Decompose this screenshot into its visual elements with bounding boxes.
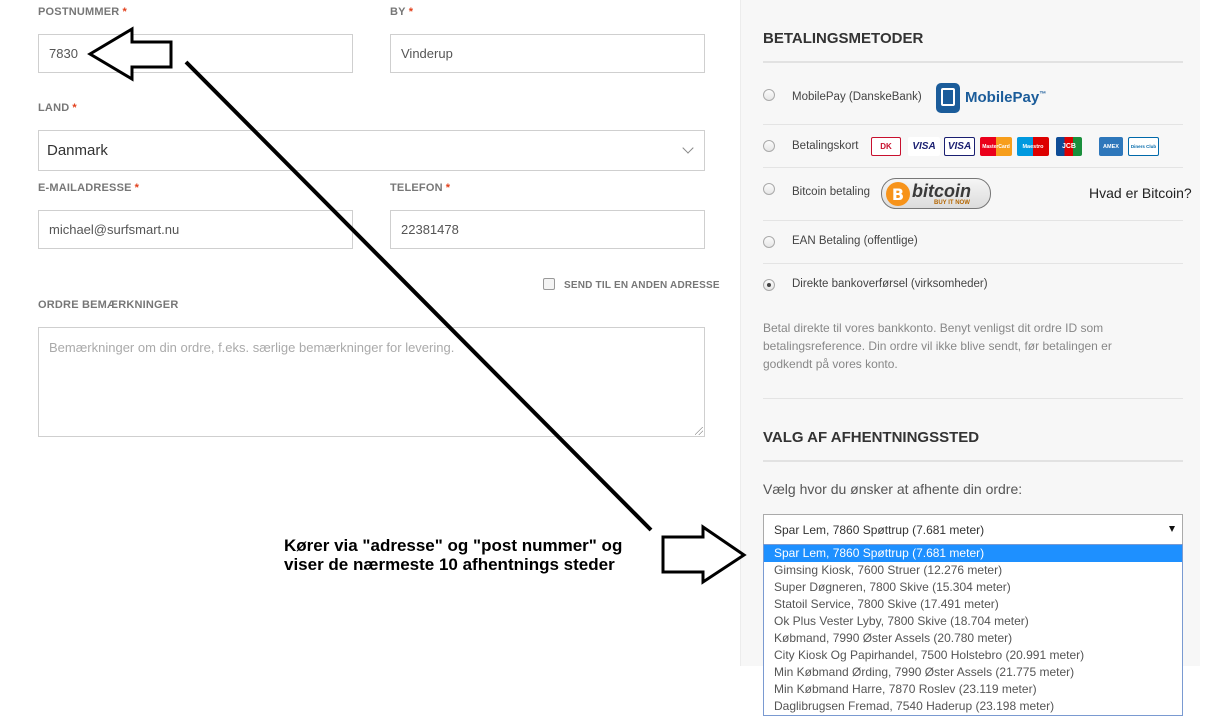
phone-input[interactable]: 22381478 — [390, 210, 705, 249]
ship-other-checkbox[interactable] — [543, 278, 555, 290]
pickup-option[interactable]: Super Døgneren, 7800 Skive (15.304 meter… — [764, 579, 1182, 596]
method-label-ean[interactable]: EAN Betaling (offentlige) — [792, 235, 918, 247]
annotation-text: Kører via "adresse" og "post nummer" og … — [284, 536, 623, 574]
mobilepay-logo: MobilePay™ — [965, 89, 1047, 106]
mastercard-logo: MasterCard — [980, 137, 1012, 156]
pickup-option[interactable]: Statoil Service, 7800 Skive (17.491 mete… — [764, 596, 1182, 613]
pickup-option[interactable]: Min Købmand Ørding, 7990 Øster Assels (2… — [764, 664, 1182, 681]
country-select[interactable]: Danmark — [38, 130, 705, 171]
dankort-logo: DK — [871, 137, 901, 156]
bitcoin-coin-icon: B — [886, 182, 910, 206]
pickup-heading: VALG AF AFHENTNINGSSTED — [763, 429, 980, 446]
bank-transfer-description: Betal direkte til vores bankkonto. Benyt… — [763, 321, 1112, 371]
city-input[interactable]: Vinderup — [390, 34, 705, 73]
payment-heading: BETALINGSMETODER — [763, 30, 924, 47]
postcode-label: POSTNUMMER * — [38, 6, 127, 18]
radio-card[interactable] — [763, 140, 775, 152]
divider — [763, 263, 1183, 264]
resize-grip-icon[interactable] — [695, 427, 703, 435]
visa-logo: VISA — [908, 137, 940, 156]
chevron-down-icon — [682, 142, 694, 154]
country-label: LAND * — [38, 102, 77, 114]
pickup-option[interactable]: Ok Plus Vester Lyby, 7800 Skive (18.704 … — [764, 613, 1182, 630]
right-arrow-icon — [661, 524, 747, 585]
amex-logo: AMEX — [1099, 137, 1123, 156]
radio-ean[interactable] — [763, 236, 775, 248]
radio-bitcoin[interactable] — [763, 183, 775, 195]
pickup-select[interactable]: Spar Lem, 7860 Spøttrup (7.681 meter) — [763, 514, 1183, 545]
divider — [763, 398, 1183, 399]
divider — [763, 124, 1183, 125]
divider — [763, 220, 1183, 221]
radio-mobilepay[interactable] — [763, 89, 775, 101]
pickup-option[interactable]: Spar Lem, 7860 Spøttrup (7.681 meter) — [764, 545, 1182, 562]
city-label: BY * — [390, 6, 414, 18]
radio-bank-transfer[interactable] — [763, 279, 775, 291]
method-label-bank-transfer[interactable]: Direkte bankoverførsel (virksomheder) — [792, 278, 988, 290]
email-label: E-MAILADRESSE * — [38, 182, 140, 194]
bitcoin-logo: B bitcoin BUY IT NOW — [881, 178, 991, 209]
pickup-option[interactable]: Gimsing Kiosk, 7600 Struer (12.276 meter… — [764, 562, 1182, 579]
phone-label: TELEFON * — [390, 182, 451, 194]
pickup-dropdown-list: Spar Lem, 7860 Spøttrup (7.681 meter) Gi… — [763, 544, 1183, 716]
pickup-option[interactable]: Daglibrugsen Fremad, 7540 Haderup (23.19… — [764, 698, 1182, 715]
pickup-option[interactable]: Min Købmand Harre, 7870 Roslev (23.119 m… — [764, 681, 1182, 698]
method-label-bitcoin[interactable]: Bitcoin betaling — [792, 186, 870, 198]
bitcoin-help-link[interactable]: Hvad er Bitcoin? — [1089, 185, 1192, 201]
pickup-prompt: Vælg hvor du ønsker at afhente din ordre… — [763, 481, 1023, 497]
email-input[interactable]: michael@surfsmart.nu — [38, 210, 353, 249]
pickup-option[interactable]: City Kiosk Og Papirhandel, 7500 Holstebr… — [764, 647, 1182, 664]
divider — [763, 167, 1183, 168]
jcb-logo: JCB — [1056, 137, 1082, 156]
maestro-logo: Maestro — [1017, 137, 1049, 156]
dropdown-arrow-icon — [1169, 526, 1175, 532]
visa-electron-logo: VISA — [944, 137, 975, 156]
divider — [763, 61, 1183, 63]
postcode-input[interactable]: 7830 — [38, 34, 353, 73]
mobilepay-phone-icon — [936, 83, 960, 113]
diners-club-logo: Diners Club — [1128, 137, 1159, 156]
ship-other-label[interactable]: SEND TIL EN ANDEN ADRESSE — [564, 280, 720, 291]
notes-label: ORDRE BEMÆRKNINGER — [38, 299, 179, 311]
method-label-card[interactable]: Betalingskort — [792, 140, 858, 152]
method-label-mobilepay[interactable]: MobilePay (DanskeBank) — [792, 91, 922, 103]
notes-textarea[interactable]: Bemærkninger om din ordre, f.eks. særlig… — [38, 327, 705, 437]
pickup-option[interactable]: Købmand, 7990 Øster Assels (20.780 meter… — [764, 630, 1182, 647]
divider — [763, 460, 1183, 462]
